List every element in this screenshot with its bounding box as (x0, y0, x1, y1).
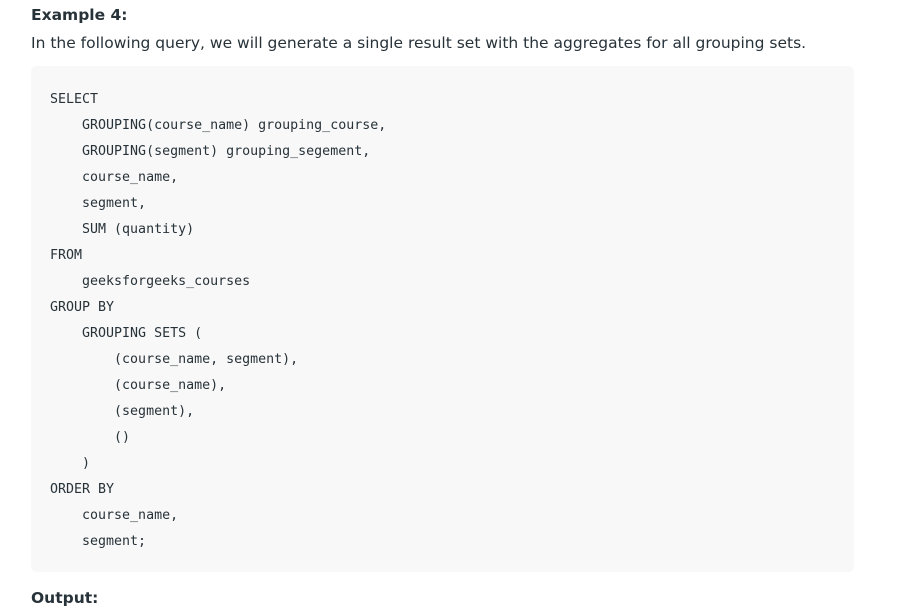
code-line: GROUP BY (50, 300, 115, 315)
code-line: course_name, (50, 170, 179, 185)
code-line: () (50, 430, 131, 445)
code-line: FROM (50, 248, 83, 263)
code-line: (course_name), (50, 378, 227, 393)
code-line: segment, (50, 196, 147, 211)
code-line: course_name, (50, 508, 179, 523)
code-line: segment; (50, 534, 147, 549)
code-line: GROUPING(segment) grouping_segement, (50, 144, 371, 159)
output-heading: Output: (31, 589, 99, 607)
code-line: geeksforgeeks_courses (50, 274, 251, 289)
example-heading: Example 4: (31, 6, 128, 24)
code-line: GROUPING SETS ( (50, 326, 203, 341)
code-line: SUM (quantity) (50, 222, 195, 237)
code-line: (segment), (50, 404, 195, 419)
code-line: SELECT (50, 92, 99, 107)
code-line: GROUPING(course_name) grouping_course, (50, 118, 387, 133)
sql-code-block[interactable]: SELECT GROUPING(course_name) grouping_co… (31, 66, 854, 572)
code-line: ORDER BY (50, 482, 115, 497)
code-line: ) (50, 456, 91, 471)
code-line: (course_name, segment), (50, 352, 299, 367)
intro-paragraph: In the following query, we will generate… (31, 34, 807, 52)
